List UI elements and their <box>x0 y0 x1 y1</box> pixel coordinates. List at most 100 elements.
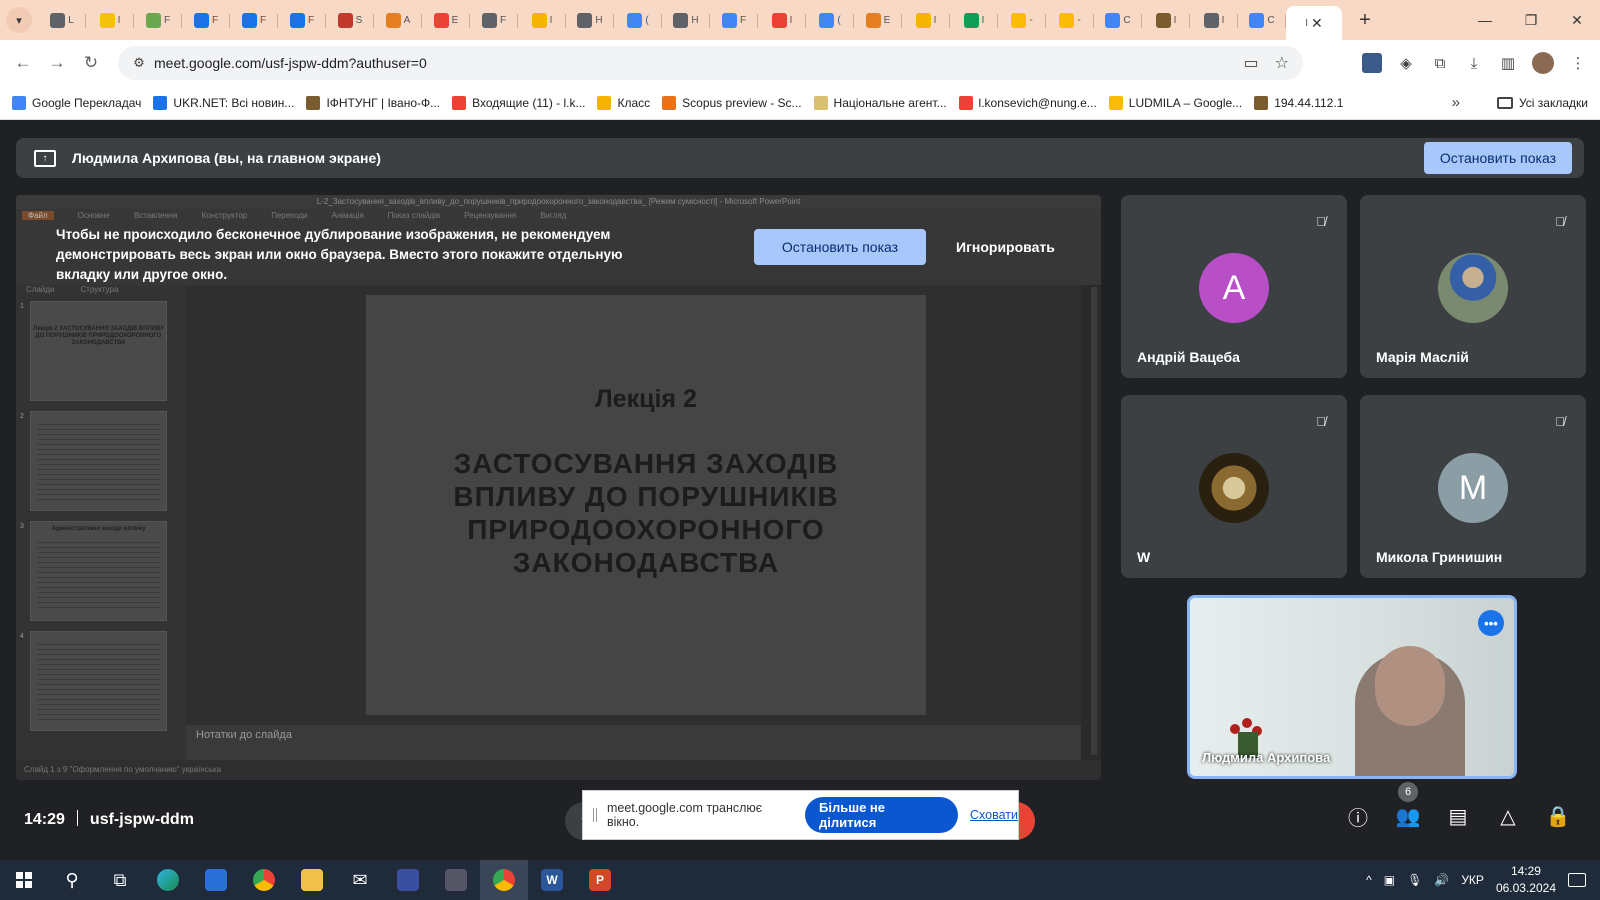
tab-search-button[interactable]: ▾ <box>6 7 32 33</box>
browser-tab[interactable]: F <box>470 5 518 35</box>
windows-icon <box>16 872 32 888</box>
close-window-button[interactable]: ✕ <box>1554 0 1600 40</box>
browser-tab[interactable]: I <box>86 5 134 35</box>
chrome-active-icon[interactable] <box>480 860 528 900</box>
notifications-icon[interactable] <box>1568 873 1586 887</box>
browser-tab[interactable]: E <box>422 5 470 35</box>
omnibox[interactable]: ⚙ meet.google.com/usf-jspw-ddm?authuser=… <box>118 46 1303 80</box>
self-view-tile[interactable]: ••• Людмила Архипова <box>1187 595 1517 779</box>
browser-tab[interactable]: I <box>950 5 998 35</box>
chat-icon[interactable]: ▤ <box>1446 804 1470 828</box>
task-view-icon[interactable]: ⧉ <box>96 860 144 900</box>
drag-handle-icon[interactable] <box>593 808 597 822</box>
microphone-icon[interactable]: 🎙 <box>1407 873 1422 887</box>
bookmark-item[interactable]: 194.44.112.1 <box>1254 95 1343 110</box>
browser-tab[interactable]: F <box>230 5 278 35</box>
all-bookmarks-button[interactable]: Усі закладки <box>1496 96 1588 110</box>
stop-sharing-button[interactable]: Більше не ділитися <box>805 797 959 833</box>
browser-tab[interactable]: H <box>566 5 614 35</box>
bookmark-item[interactable]: l.konsevich@nung.e... <box>958 95 1097 110</box>
browser-tab[interactable]: - <box>1046 5 1094 35</box>
browser-tab[interactable]: I <box>518 5 566 35</box>
back-button[interactable]: ← <box>6 53 40 73</box>
browser-tab[interactable]: A <box>374 5 422 35</box>
bookmark-item[interactable]: Scopus preview - Sc... <box>662 95 802 110</box>
close-tab-icon[interactable]: ✕ <box>1311 15 1323 32</box>
site-info-icon[interactable]: ⚙ <box>124 55 154 71</box>
host-controls-icon[interactable]: 🔒 <box>1546 804 1571 828</box>
browser-tab[interactable]: E <box>854 5 902 35</box>
browser-tab[interactable]: F <box>710 5 758 35</box>
warning-ignore-button[interactable]: Игнорировать <box>956 239 1055 255</box>
warning-stop-button[interactable]: Остановить показ <box>754 229 926 265</box>
browser-tab[interactable]: ( <box>806 5 854 35</box>
participant-tile[interactable]: 🎙̸ A Андрій Вацеба <box>1121 195 1347 378</box>
new-tab-button[interactable]: + <box>1352 9 1378 32</box>
browser-tab[interactable]: F <box>278 5 326 35</box>
activities-icon[interactable]: △ <box>1496 804 1520 828</box>
bookmark-item[interactable]: ІФНТУНГ | Івано-Ф... <box>306 95 440 110</box>
forward-button[interactable]: → <box>40 53 74 73</box>
volume-icon[interactable]: 🔊 <box>1434 873 1449 887</box>
thermometer-icon <box>337 12 353 28</box>
stop-presenting-button[interactable]: Остановить показ <box>1423 142 1572 174</box>
browser-tab[interactable]: H <box>662 5 710 35</box>
camera-icon[interactable]: ▭ <box>1244 53 1259 73</box>
edge-icon[interactable] <box>144 860 192 900</box>
reload-button[interactable]: ↻ <box>74 53 108 73</box>
profile-avatar[interactable] <box>1532 52 1554 74</box>
restore-button[interactable]: ❐ <box>1508 0 1554 40</box>
clock[interactable]: 14:29 06.03.2024 <box>1496 863 1556 897</box>
bookmark-item[interactable]: Класс <box>597 95 650 110</box>
save-app-icon[interactable] <box>384 860 432 900</box>
minimize-button[interactable]: — <box>1462 0 1508 40</box>
browser-tab[interactable]: I <box>902 5 950 35</box>
people-icon[interactable]: 👥 6 <box>1396 782 1420 828</box>
chrome-icon[interactable] <box>240 860 288 900</box>
browser-tab[interactable]: I <box>1142 5 1190 35</box>
browser-tab[interactable]: I <box>758 5 806 35</box>
bookmark-item[interactable]: Входящие (11) - l.k... <box>452 95 585 110</box>
network-icon[interactable]: ▣ <box>1384 873 1395 887</box>
browser-tab[interactable]: F <box>134 5 182 35</box>
hide-notification-link[interactable]: Сховати <box>970 808 1018 822</box>
participant-tile[interactable]: 🎙̸ W <box>1121 395 1347 578</box>
download-icon[interactable]: ⤓ <box>1464 53 1484 73</box>
participant-name: W <box>1137 549 1151 565</box>
extension-icon[interactable] <box>1362 53 1382 73</box>
browser-tab[interactable]: - <box>998 5 1046 35</box>
calculator-icon[interactable] <box>432 860 480 900</box>
browser-tab[interactable]: C <box>1094 5 1142 35</box>
bookmark-item[interactable]: LUDMILA – Google... <box>1108 95 1242 110</box>
participant-tile[interactable]: 🎙̸ Марія Маслій <box>1360 195 1586 378</box>
extension-icon[interactable]: ◈ <box>1396 53 1416 73</box>
participant-tile[interactable]: 🎙̸ M Микола Гринишин <box>1360 395 1586 578</box>
word-icon[interactable]: W <box>528 860 576 900</box>
bookmark-item[interactable]: Національне агент... <box>813 95 947 110</box>
bookmark-item[interactable]: Google Перекладач <box>12 95 141 110</box>
bookmark-item[interactable]: UKR.NET: Всі новин... <box>153 95 294 110</box>
browser-tab[interactable]: I <box>1190 5 1238 35</box>
active-browser-tab[interactable]: I ✕ <box>1286 6 1342 40</box>
url-text[interactable]: meet.google.com/usf-jspw-ddm?authuser=0 <box>154 55 427 71</box>
more-options-icon[interactable]: ••• <box>1478 610 1504 636</box>
browser-tab[interactable]: F <box>182 5 230 35</box>
chevron-up-icon[interactable]: ^ <box>1366 873 1372 887</box>
browser-tab[interactable]: C <box>1238 5 1286 35</box>
language-indicator[interactable]: УКР <box>1461 873 1484 887</box>
file-explorer-icon[interactable] <box>288 860 336 900</box>
browser-tab[interactable]: S <box>326 5 374 35</box>
more-bookmarks-icon[interactable]: » <box>1452 94 1460 111</box>
start-button[interactable] <box>0 872 48 888</box>
puzzle-icon[interactable]: ⧉ <box>1430 53 1450 73</box>
mail-icon[interactable]: ✉ <box>336 860 384 900</box>
bookmark-star-icon[interactable]: ☆ <box>1275 53 1289 73</box>
browser-tab[interactable]: L <box>38 5 86 35</box>
side-panel-icon[interactable]: ▥ <box>1498 53 1518 73</box>
store-icon[interactable] <box>192 860 240 900</box>
info-icon[interactable]: ⓘ <box>1346 804 1370 830</box>
search-icon[interactable]: ⚲ <box>48 860 96 900</box>
menu-icon[interactable]: ⋮ <box>1568 53 1588 73</box>
powerpoint-icon[interactable]: P <box>576 860 624 900</box>
browser-tab[interactable]: ( <box>614 5 662 35</box>
